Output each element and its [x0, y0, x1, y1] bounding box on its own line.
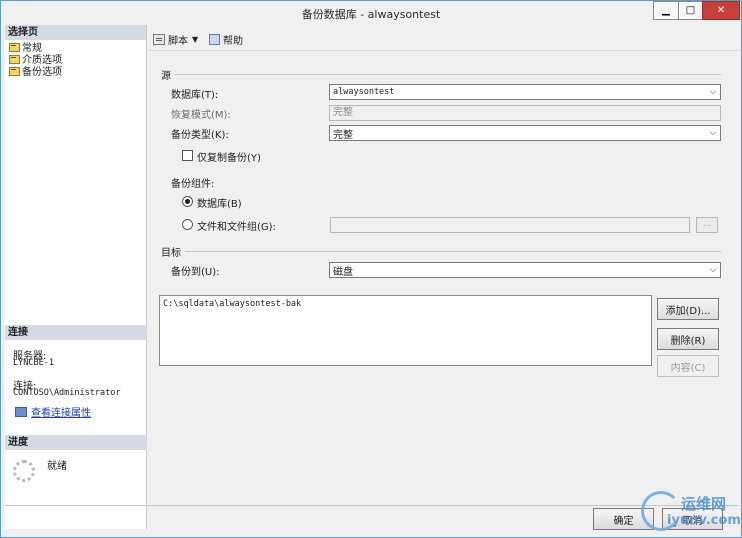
connection-header: 连接	[5, 325, 147, 340]
files-filegroups-radio[interactable]	[182, 219, 193, 230]
server-value: LYNCBE-1	[13, 358, 54, 368]
progress-spinner-icon	[13, 460, 35, 482]
backup-type-value: 完整	[333, 129, 353, 141]
contents-button: 内容(C)	[657, 355, 719, 377]
database-radio[interactable]	[182, 196, 193, 207]
files-filegroups-radio-label: 文件和文件组(G):	[197, 222, 276, 233]
browse-files-button: ...	[696, 217, 718, 233]
page-item-backup-options[interactable]: 备份选项	[5, 64, 146, 78]
window-title: 备份数据库 - alwaysontest	[301, 8, 441, 21]
backup-database-dialog: 备份数据库 - alwaysontest ▁ □ ✕ 选择页 常规 介质选项 备…	[0, 0, 742, 538]
progress-header: 进度	[5, 435, 147, 450]
help-button[interactable]: 帮助	[209, 32, 243, 47]
page-icon	[9, 54, 20, 64]
backup-to-value: 磁盘	[333, 266, 353, 278]
chevron-down-icon: ⌵	[709, 87, 717, 97]
page-item-label: 备份选项	[22, 66, 62, 78]
left-pane: 选择页 常规 介质选项 备份选项 连接 服务器: LYNCBE-1 连接: CO…	[5, 25, 147, 529]
help-label: 帮助	[223, 36, 243, 47]
files-filegroups-field	[330, 217, 690, 233]
script-button[interactable]: 脚本 ▼	[153, 32, 198, 47]
database-value: alwaysontest	[333, 87, 395, 97]
copy-only-label: 仅复制备份(Y)	[197, 153, 261, 164]
source-divider	[175, 74, 721, 75]
database-radio-label: 数据库(B)	[197, 199, 242, 210]
recovery-model-field: 完整	[329, 105, 721, 121]
chevron-down-icon: ⌵	[709, 265, 717, 275]
destination-list[interactable]: C:\sqldata\alwaysontest-bak	[159, 295, 652, 366]
chevron-down-icon: ▼	[192, 35, 199, 44]
watermark-logo: 运维网 iyunv.com	[641, 489, 741, 537]
backup-component-label: 备份组件:	[171, 179, 215, 190]
watermark-line1: 运维网	[681, 495, 727, 513]
progress-status: 就绪	[47, 461, 67, 472]
view-connection-properties-link[interactable]: 查看连接属性	[15, 404, 91, 419]
destination-divider	[185, 251, 721, 252]
list-item[interactable]: C:\sqldata\alwaysontest-bak	[163, 299, 301, 309]
backup-to-label: 备份到(U):	[171, 267, 220, 278]
copy-only-checkbox[interactable]	[182, 150, 193, 161]
add-button[interactable]: 添加(D)...	[657, 298, 719, 320]
watermark-line2: iyunv.com	[667, 513, 741, 528]
script-icon	[153, 34, 165, 45]
script-label: 脚本	[168, 36, 188, 47]
close-button[interactable]: ✕	[702, 1, 740, 20]
chevron-down-icon: ⌵	[709, 128, 717, 138]
toolbar: 脚本 ▼ 帮助	[149, 25, 739, 51]
database-label: 数据库(T):	[171, 90, 219, 101]
remove-button[interactable]: 删除(R)	[657, 328, 719, 350]
close-icon: ✕	[716, 5, 726, 16]
page-icon	[9, 66, 20, 76]
recovery-model-label: 恢复模式(M):	[171, 110, 231, 121]
source-group-label: 源	[161, 71, 171, 82]
page-icon	[9, 42, 20, 52]
connection-properties-icon	[15, 406, 27, 417]
backup-type-select[interactable]: 完整 ⌵	[329, 125, 721, 141]
minimize-button[interactable]: ▁	[653, 1, 679, 20]
maximize-icon: □	[685, 5, 696, 16]
view-connection-properties-label: 查看连接属性	[31, 408, 91, 419]
backup-to-select[interactable]: 磁盘 ⌵	[329, 262, 721, 278]
destination-group-label: 目标	[161, 248, 181, 259]
minimize-icon: ▁	[662, 5, 670, 16]
database-select[interactable]: alwaysontest ⌵	[329, 84, 721, 100]
title-bar[interactable]: 备份数据库 - alwaysontest ▁ □ ✕	[1, 1, 741, 25]
maximize-button[interactable]: □	[678, 1, 703, 20]
general-page: 脚本 ▼ 帮助 源 数据库(T): alwaysontest ⌵ 恢复模式(M)…	[149, 25, 739, 505]
connection-value: CONTOSO\Administrator	[13, 388, 121, 398]
help-icon	[209, 34, 220, 45]
backup-type-label: 备份类型(K):	[171, 130, 229, 141]
